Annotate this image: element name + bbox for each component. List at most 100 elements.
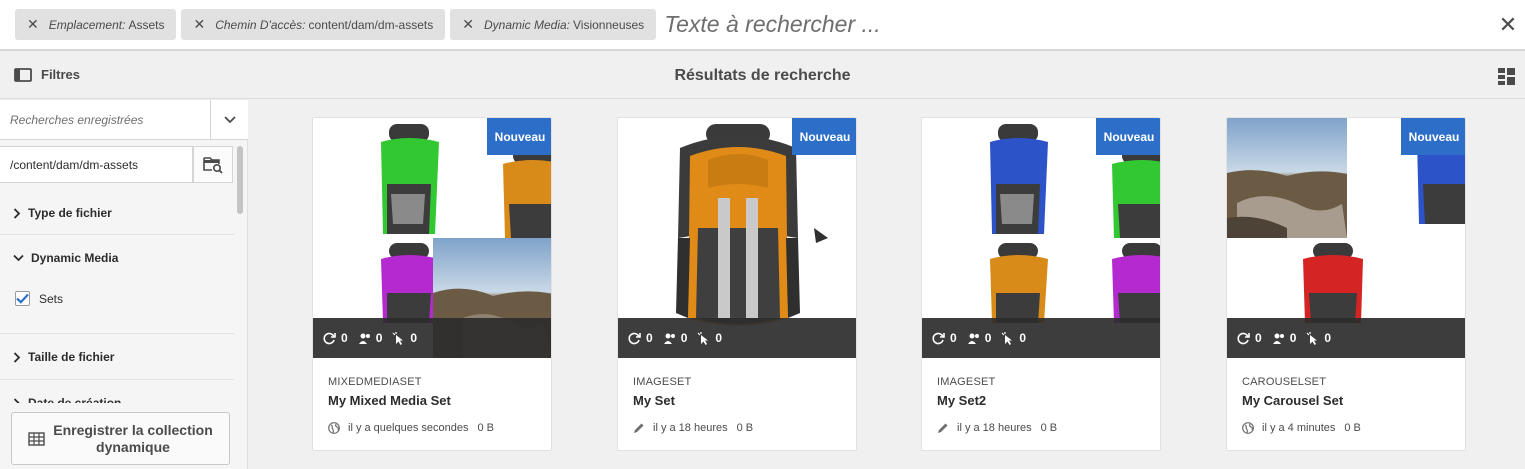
asset-thumbnail[interactable]: Nouveau 0 0 0 xyxy=(618,118,856,358)
new-badge: Nouveau xyxy=(487,118,551,155)
view-switch-button[interactable] xyxy=(1498,68,1515,90)
chevron-right-icon xyxy=(13,207,21,219)
rail-scrollbar[interactable] xyxy=(236,146,244,467)
asset-title[interactable]: My Set2 xyxy=(937,393,1152,408)
sets-checkbox-row[interactable]: Sets xyxy=(15,291,63,306)
stat-value: 0 xyxy=(680,331,688,345)
checkmark-icon xyxy=(16,293,29,304)
divider xyxy=(0,379,234,380)
asset-info: il y a 18 heures 0 B xyxy=(633,422,848,434)
users-icon xyxy=(663,333,675,344)
chip-value: Visionneuses xyxy=(573,17,645,32)
new-badge: Nouveau xyxy=(1401,118,1465,155)
save-collection-label: Enregistrer la collection dynamique xyxy=(53,421,213,455)
close-icon[interactable]: ✕ xyxy=(193,16,205,33)
stat-clicks: 0 xyxy=(1001,331,1026,345)
search-chip-location[interactable]: ✕ Emplacement: Assets xyxy=(15,9,177,40)
asset-card[interactable]: Nouveau 0 0 0 CAROUSELSET My Carousel Se… xyxy=(1226,117,1466,451)
asset-info: il y a 4 minutes 0 B xyxy=(1242,422,1457,434)
search-chip-dynamic-media[interactable]: ✕ Dynamic Media: Visionneuses xyxy=(450,9,657,40)
card-meta: CAROUSELSET My Carousel Set il y a 4 min… xyxy=(1242,376,1457,434)
asset-info: il y a quelques secondes 0 B xyxy=(328,422,543,434)
saved-searches-placeholder: Recherches enregistrées xyxy=(10,112,144,127)
stat-value: 0 xyxy=(1289,331,1297,345)
sidebar-toggle-icon xyxy=(14,67,32,82)
cursor-click-icon xyxy=(392,331,404,345)
action-bar: Filtres Résultats de recherche xyxy=(0,53,1525,99)
stat-impressions: 0 xyxy=(358,331,383,345)
pencil-icon xyxy=(938,423,948,433)
refresh-icon xyxy=(323,332,336,344)
modified-time: il y a 18 heures xyxy=(653,422,728,434)
path-browse-button[interactable] xyxy=(193,146,233,183)
close-icon[interactable]: ✕ xyxy=(1497,14,1519,36)
asset-card[interactable]: Nouveau 0 0 0 IMAGESET My Set2 il y a 18… xyxy=(921,117,1161,451)
file-size: 0 B xyxy=(736,422,754,434)
card-meta: IMAGESET My Set2 il y a 18 heures 0 B xyxy=(937,376,1152,434)
facet-file-type[interactable]: Type de fichier xyxy=(0,203,234,223)
stat-value: 0 xyxy=(646,331,653,345)
page-title: Résultats de recherche xyxy=(674,67,851,84)
divider xyxy=(0,333,234,334)
filters-toggle-button[interactable]: Filtres xyxy=(14,67,80,82)
stat-shares: 0 xyxy=(628,331,653,345)
asset-thumbnail[interactable]: Nouveau 0 0 0 xyxy=(1227,118,1465,358)
grid-view-icon xyxy=(1498,68,1515,85)
search-input[interactable] xyxy=(664,11,1485,38)
facet-label: Taille de fichier xyxy=(28,350,115,364)
globe-icon xyxy=(328,422,340,434)
modified-time: il y a quelques secondes xyxy=(348,422,469,434)
file-size: 0 B xyxy=(477,422,494,434)
users-icon xyxy=(1272,333,1284,344)
filter-rail: Recherches enregistrées /content/dam/dm-… xyxy=(0,99,248,469)
asset-type: IMAGESET xyxy=(937,376,996,388)
facet-label: Dynamic Media xyxy=(31,251,119,265)
chevron-down-icon[interactable] xyxy=(210,99,248,140)
facet-label: Type de fichier xyxy=(28,206,112,220)
scrollbar-thumb[interactable] xyxy=(237,146,243,214)
chevron-down-icon xyxy=(13,254,24,262)
new-badge: Nouveau xyxy=(792,118,856,155)
asset-card[interactable]: Nouveau 0 0 0 MIXEDMEDIASET My Mixed Med… xyxy=(312,117,552,451)
divider xyxy=(0,234,234,235)
card-meta: IMAGESET My Set il y a 18 heures 0 B xyxy=(633,376,848,434)
facet-file-size[interactable]: Taille de fichier xyxy=(0,347,234,367)
stat-value: 0 xyxy=(1324,331,1332,345)
close-icon[interactable]: ✕ xyxy=(27,16,39,33)
asset-title[interactable]: My Set xyxy=(633,393,848,408)
new-badge: Nouveau xyxy=(1096,118,1160,155)
refresh-icon xyxy=(1237,332,1250,344)
asset-thumbnail[interactable]: Nouveau 0 0 0 xyxy=(313,118,551,358)
stat-impressions: 0 xyxy=(967,331,991,345)
search-chip-path[interactable]: ✕ Chemin D'accès: content/dam/dm-assets xyxy=(181,9,446,40)
stat-impressions: 0 xyxy=(1272,331,1297,345)
file-size: 0 B xyxy=(1344,422,1361,434)
card-stats-bar: 0 0 0 xyxy=(922,318,1160,358)
asset-title[interactable]: My Carousel Set xyxy=(1242,393,1457,408)
path-field[interactable]: /content/dam/dm-assets xyxy=(0,146,193,183)
stat-shares: 0 xyxy=(323,331,348,345)
sets-checkbox[interactable] xyxy=(15,291,30,306)
stat-shares: 0 xyxy=(1237,331,1262,345)
stat-impressions: 0 xyxy=(663,331,688,345)
asset-thumbnail[interactable]: Nouveau 0 0 0 xyxy=(922,118,1160,358)
close-icon[interactable]: ✕ xyxy=(462,16,474,33)
stat-value: 0 xyxy=(375,331,383,345)
globe-icon xyxy=(1242,422,1254,434)
asset-type: CAROUSELSET xyxy=(1242,376,1327,388)
save-smart-collection-button[interactable]: Enregistrer la collection dynamique xyxy=(11,412,230,465)
users-icon xyxy=(358,333,370,344)
stat-shares: 0 xyxy=(932,331,957,345)
asset-title[interactable]: My Mixed Media Set xyxy=(328,393,543,408)
filters-label: Filtres xyxy=(41,67,81,82)
refresh-icon xyxy=(932,332,945,344)
refresh-icon xyxy=(628,332,641,344)
cursor-click-icon xyxy=(697,331,709,345)
search-bar: ✕ Emplacement: Assets ✕ Chemin D'accès: … xyxy=(0,0,1525,51)
folder-search-icon xyxy=(203,156,223,174)
cursor-click-icon xyxy=(1001,331,1013,345)
chip-key: Dynamic Media: xyxy=(483,17,571,32)
asset-card[interactable]: Nouveau 0 0 0 IMAGESET My Set il y a 18 … xyxy=(617,117,857,451)
saved-searches-select[interactable]: Recherches enregistrées xyxy=(0,99,248,140)
facet-dynamic-media[interactable]: Dynamic Media xyxy=(0,248,234,268)
